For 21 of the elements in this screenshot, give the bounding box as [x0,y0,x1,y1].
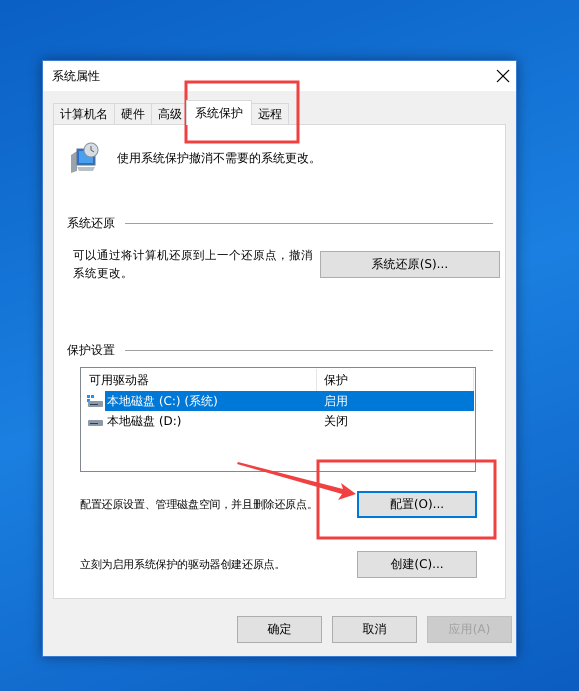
protection-status: 启用 [317,391,474,411]
section-heading: 系统还原 [67,215,115,232]
dialog-button[interactable]: 确定 [237,616,322,643]
tab[interactable]: 计算机名 [53,103,115,125]
tab[interactable]: 远程 [251,103,289,125]
window-title: 系统属性 [52,68,100,84]
drive-name[interactable]: 本地磁盘 (D:) [105,411,317,431]
system-drive-icon [87,395,103,407]
section-heading: 保护设置 [67,342,115,359]
restore-description: 可以通过将计算机还原到上一个还原点，撤消系统更改。 [73,247,314,282]
tab[interactable]: 系统保护 [186,100,252,125]
action-button[interactable]: 配置(O)... [357,491,477,518]
system-restore-button[interactable]: 系统还原(S)... [320,250,500,278]
close-icon[interactable] [496,69,510,83]
intro-text: 使用系统保护撤消不需要的系统更改。 [117,150,321,166]
action-description: 立刻为启用系统保护的驱动器创建还原点。 [80,557,286,572]
dialog-button[interactable]: 取消 [332,616,417,643]
protection-status: 关闭 [323,412,349,430]
action-button[interactable]: 创建(C)... [357,551,477,578]
drive-name[interactable]: 本地磁盘 (C:) (系统) [105,391,317,411]
action-description: 配置还原设置、管理磁盘空间，并且删除还原点。 [80,497,318,512]
